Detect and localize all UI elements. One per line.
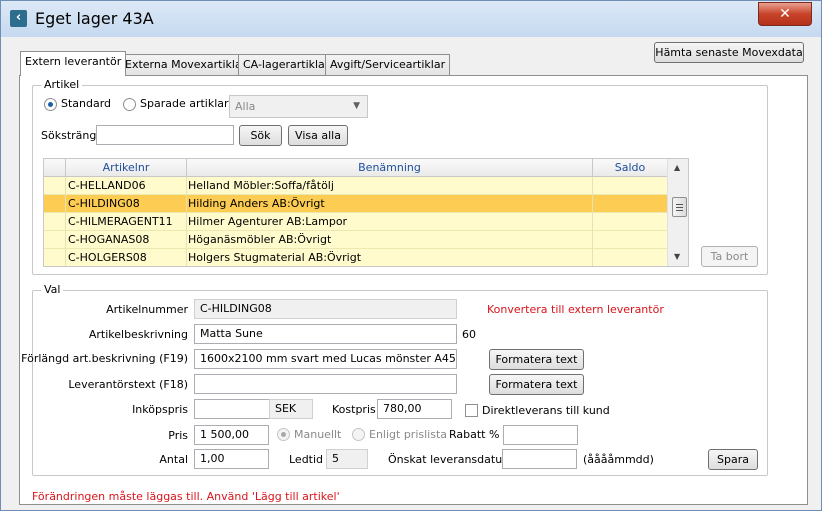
standard-radio[interactable]: [44, 98, 57, 111]
search-label: Söksträng: [41, 129, 97, 142]
tab-extern-leverantor[interactable]: Extern leverantör: [20, 51, 127, 76]
rabatt-input[interactable]: [503, 425, 578, 445]
manual-price-radio-label: Manuellt: [294, 428, 342, 441]
pricelist-radio[interactable]: [352, 428, 365, 441]
column-header-artikelnr[interactable]: Artikelnr: [66, 159, 187, 177]
tab-avgift-serviceartiklar[interactable]: Avgift/Serviceartiklar: [325, 54, 451, 75]
refresh-movex-button[interactable]: Hämta senaste Movexdata: [654, 42, 804, 63]
val-group-label: Val: [41, 283, 64, 296]
table-row[interactable]: C-HELLAND06 Helland Möbler:Soffa/fåtölj: [44, 177, 667, 195]
leveransdatum-input[interactable]: [502, 449, 577, 469]
column-header-saldo[interactable]: Saldo: [593, 159, 667, 177]
title-bar[interactable]: ‹ Eget lager 43A ✕: [1, 1, 821, 37]
article-filter-value: Alla: [235, 100, 256, 113]
pris-input[interactable]: 1 500,00: [194, 425, 269, 445]
beskrivning-char-count: 60: [462, 328, 476, 341]
article-table: Artikelnr Benämning Saldo C-HELLAND06 He…: [43, 158, 689, 267]
antal-label: Antal: [159, 453, 188, 466]
tab-ca-lagerartiklar[interactable]: CA-lagerartiklar: [238, 54, 335, 75]
convert-message: Konvertera till extern leverantör: [487, 303, 664, 316]
cell-benamning: Hilding Anders AB:Övrigt: [187, 195, 593, 213]
cell-artikelnr: C-HILMERAGENT11: [66, 213, 187, 231]
forlangd-label: Förlängd art.beskrivning (F19): [21, 352, 188, 365]
rabatt-label: Rabatt %: [449, 428, 500, 441]
dialog-window: ‹ Eget lager 43A ✕ Hämta senaste Movexda…: [0, 0, 822, 511]
kostpris-label: Kostpris: [332, 403, 376, 416]
antal-input[interactable]: 1,00: [194, 449, 269, 469]
show-all-button[interactable]: Visa alla: [288, 125, 348, 146]
cell-artikelnr: C-HOGANAS08: [66, 231, 187, 249]
table-scrollbar[interactable]: ▲ ▼: [667, 159, 688, 266]
table-row[interactable]: C-HOGANAS08 Höganäsmöbler AB:Övrigt: [44, 231, 667, 249]
ledtid-label: Ledtid: [289, 453, 324, 466]
cell-artikelnr: C-HOLGERS08: [66, 249, 187, 266]
table-header: Artikelnr Benämning Saldo: [44, 159, 667, 177]
standard-radio-label: Standard: [61, 97, 112, 110]
article-filter-dropdown[interactable]: Alla ▼: [229, 95, 368, 118]
artikelnummer-field: C-HILDING08: [194, 299, 457, 319]
leveransdatum-label: Önskat leveransdatum: [388, 453, 513, 466]
cell-benamning: Helland Möbler:Soffa/fåtölj: [187, 177, 593, 195]
direktleverans-label: Direktleverans till kund: [482, 404, 610, 417]
remove-button[interactable]: Ta bort: [701, 246, 758, 267]
cell-saldo: [593, 249, 667, 266]
scroll-down-icon[interactable]: ▼: [674, 252, 680, 261]
table-row[interactable]: C-HILMERAGENT11 Hilmer Agenturer AB:Lamp…: [44, 213, 667, 231]
scroll-up-icon[interactable]: ▲: [674, 163, 680, 172]
cell-benamning: Holgers Stugmaterial AB:Övrigt: [187, 249, 593, 266]
close-button[interactable]: ✕: [758, 2, 812, 26]
save-button[interactable]: Spara: [708, 449, 758, 470]
row-header-column: [44, 159, 66, 177]
column-header-benamning[interactable]: Benämning: [187, 159, 593, 177]
ledtid-field: 5: [326, 449, 368, 469]
pris-label: Pris: [168, 429, 188, 442]
cell-saldo: [593, 195, 667, 213]
inkopspris-input[interactable]: [194, 399, 270, 419]
back-arrow-icon[interactable]: ‹: [10, 10, 27, 27]
cell-saldo: [593, 177, 667, 195]
status-message: Förändringen måste läggas till. Använd '…: [32, 490, 340, 503]
kostpris-input[interactable]: 780,00: [377, 399, 452, 419]
table-row-selected[interactable]: C-HILDING08 Hilding Anders AB:Övrigt: [44, 195, 667, 213]
pricelist-radio-label: Enligt prislista: [369, 428, 448, 441]
window-title: Eget lager 43A: [35, 9, 154, 28]
table-row[interactable]: C-HOLGERS08 Holgers Stugmaterial AB:Övri…: [44, 249, 667, 266]
inkopspris-label: Inköpspris: [132, 403, 188, 416]
saved-articles-radio-label: Sparade artiklar: [140, 97, 229, 110]
format-text-button-2[interactable]: Formatera text: [489, 374, 584, 395]
cell-benamning: Hilmer Agenturer AB:Lampor: [187, 213, 593, 231]
leverantorstext-label: Leverantörstext (F18): [68, 378, 188, 391]
scroll-thumb[interactable]: [672, 197, 687, 217]
artikelnummer-label: Artikelnummer: [106, 303, 188, 316]
forlangd-input[interactable]: 1600x2100 mm svart med Lucas mönster A45…: [194, 349, 457, 369]
beskrivning-input[interactable]: Matta Sune: [194, 324, 457, 344]
leverantorstext-input[interactable]: [194, 374, 457, 394]
manual-price-radio[interactable]: [277, 428, 290, 441]
date-format-hint: (ååååmmdd): [583, 453, 654, 466]
search-button[interactable]: Sök: [239, 125, 282, 146]
tab-externa-movexartiklar[interactable]: Externa Movexartiklar: [120, 54, 252, 75]
search-input[interactable]: [96, 125, 234, 145]
currency-field: SEK: [269, 399, 313, 419]
beskrivning-label: Artikelbeskrivning: [88, 328, 188, 341]
cell-saldo: [593, 213, 667, 231]
artikel-group-label: Artikel: [41, 78, 83, 91]
format-text-button[interactable]: Formatera text: [489, 349, 584, 370]
cell-benamning: Höganäsmöbler AB:Övrigt: [187, 231, 593, 249]
cell-saldo: [593, 231, 667, 249]
cell-artikelnr: C-HELLAND06: [66, 177, 187, 195]
chevron-down-icon: ▼: [353, 101, 360, 111]
saved-articles-radio[interactable]: [123, 98, 136, 111]
cell-artikelnr: C-HILDING08: [66, 195, 187, 213]
direktleverans-checkbox[interactable]: [465, 404, 478, 417]
